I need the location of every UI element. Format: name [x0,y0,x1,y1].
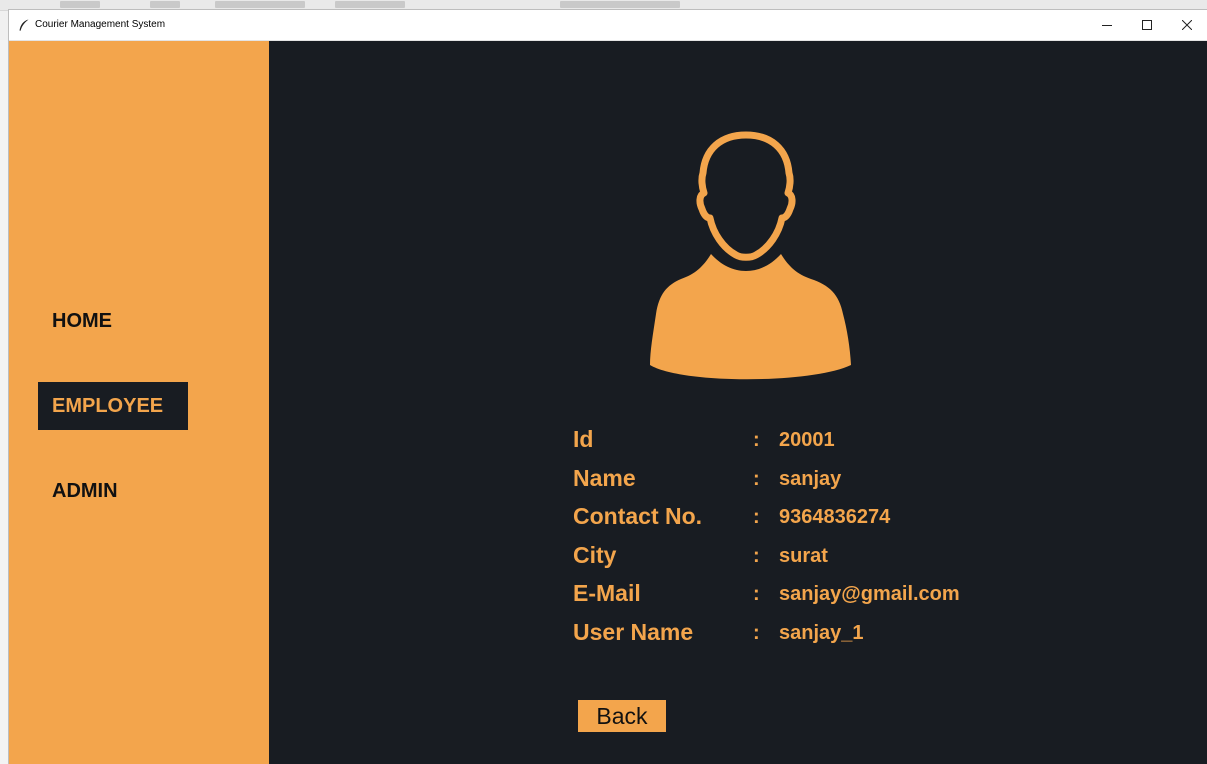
field-separator: : [753,621,760,644]
detail-row-email: E-Mail : sanjay@gmail.com [573,580,1033,619]
field-value: 9364836274 [779,506,891,528]
detail-row-city: City : surat [573,542,1033,581]
sidebar-item-employee[interactable]: EMPLOYEE [38,382,188,430]
detail-row-name: Name : sanjay [573,465,1033,504]
employee-details: Id : 20001 Name : sanjay Contact No. : 9… [573,426,1033,657]
field-value: surat [779,544,828,567]
field-separator: : [753,583,760,605]
maximize-button[interactable] [1127,10,1167,40]
back-button[interactable]: Back [578,700,666,732]
field-label: Contact No. [573,503,703,529]
minimize-button[interactable] [1087,10,1127,40]
field-separator: : [753,429,760,451]
minimize-icon [1102,25,1112,26]
sidebar-item-admin[interactable]: ADMIN [38,467,188,515]
field-separator: : [753,506,760,528]
field-separator: : [753,467,760,490]
window-title: Courier Management System [35,19,166,30]
app-content: HOME EMPLOYEE ADMIN Id : 20001 Name : sa… [9,41,1207,764]
field-label: E-Mail [573,580,641,606]
user-silhouette-icon [650,131,851,380]
field-value: 20001 [779,429,835,451]
detail-row-username: User Name : sanjay_1 [573,619,1033,658]
field-value: sanjay@gmail.com [779,583,960,605]
app-window: Courier Management System HOME EMPLOYEE … [9,10,1207,764]
field-separator: : [753,544,760,567]
detail-row-id: Id : 20001 [573,426,1033,465]
maximize-icon [1142,20,1152,30]
field-label: Id [573,426,594,452]
field-value: sanjay_1 [779,621,864,644]
close-icon [1182,20,1192,30]
sidebar-item-home[interactable]: HOME [38,297,188,345]
detail-row-contact: Contact No. : 9364836274 [573,503,1033,542]
feather-icon [19,19,29,31]
close-button[interactable] [1167,10,1207,40]
sidebar: HOME EMPLOYEE ADMIN [9,41,269,764]
field-label: City [573,541,617,568]
field-label: User Name [573,618,694,645]
employee-profile-panel: Id : 20001 Name : sanjay Contact No. : 9… [269,41,1207,764]
field-value: sanjay [779,467,842,490]
field-label: Name [573,464,636,491]
title-bar: Courier Management System [9,10,1207,41]
